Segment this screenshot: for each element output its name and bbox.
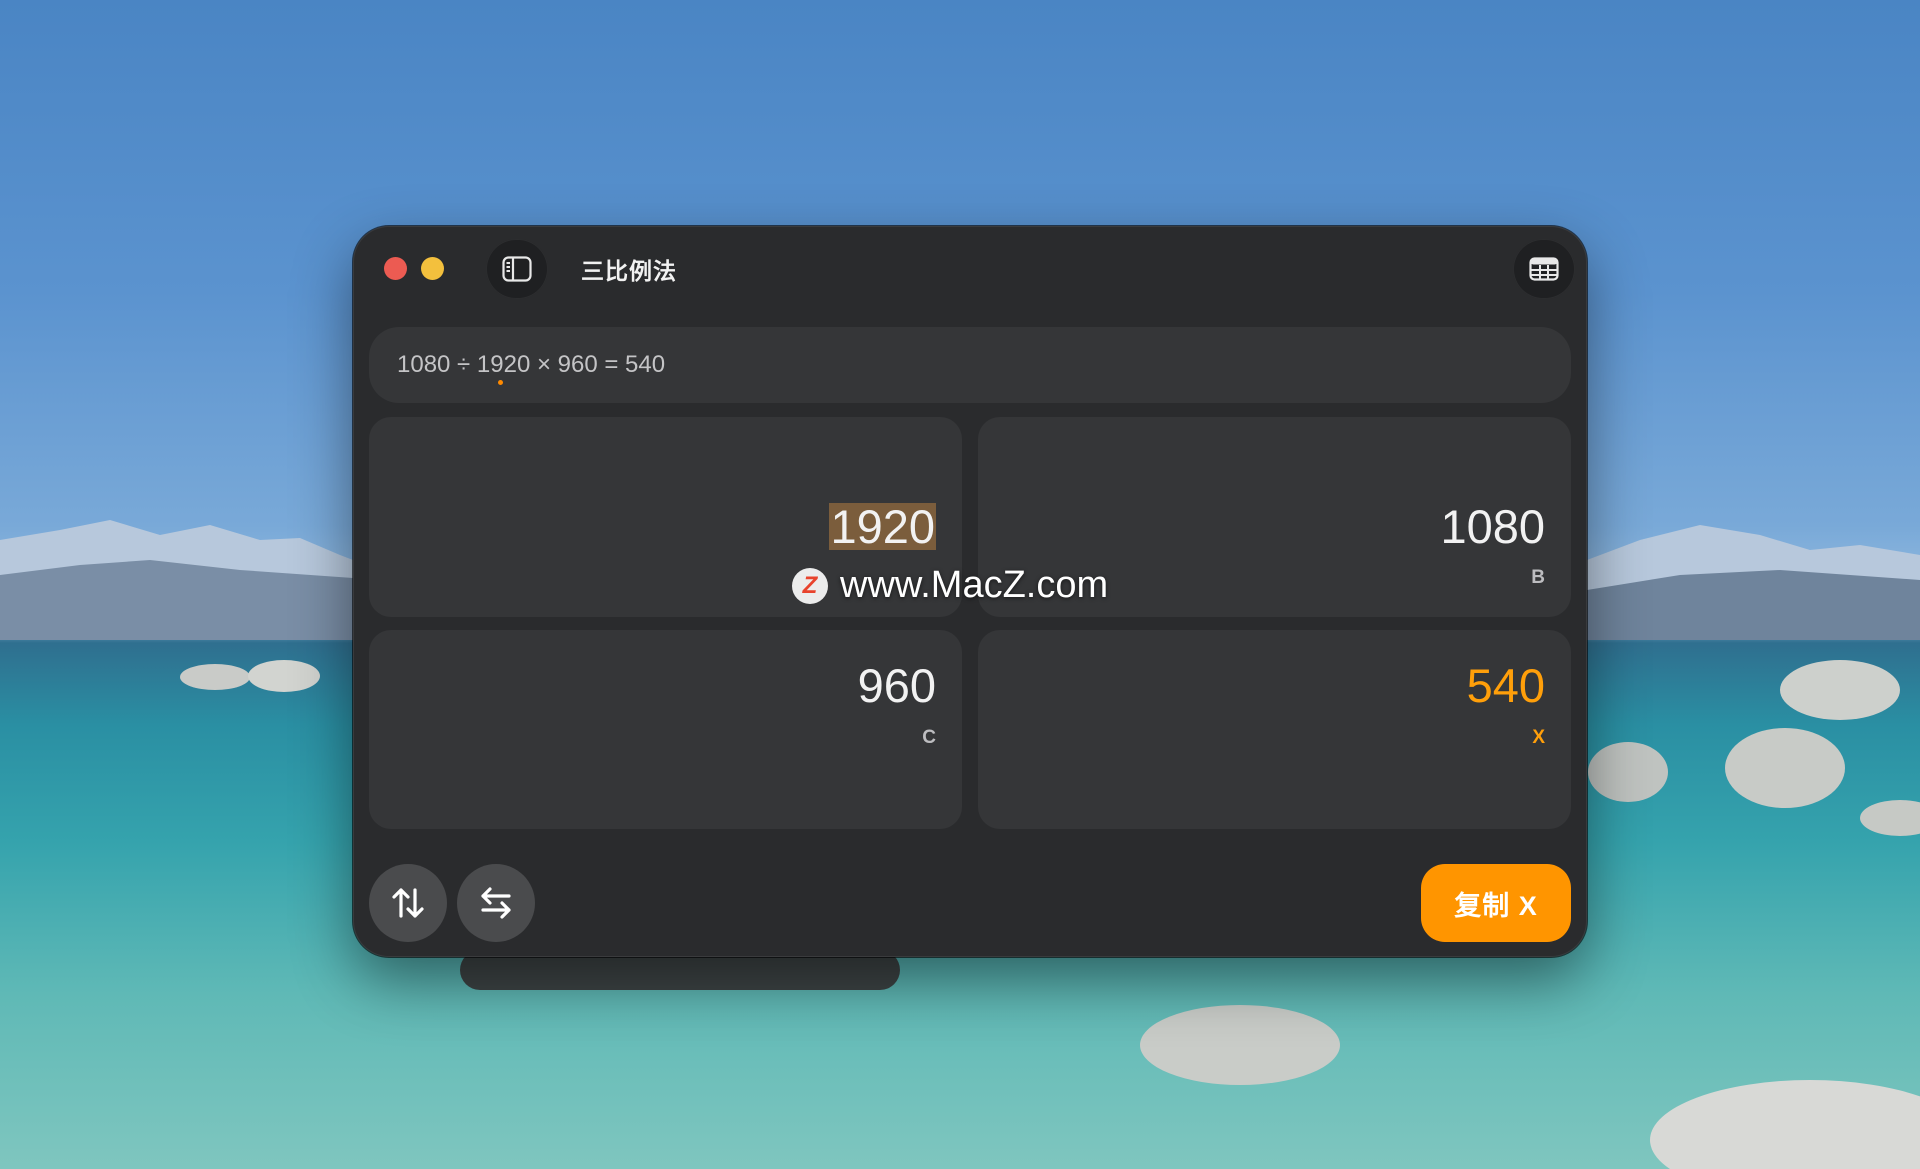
- cell-b-label: B: [1531, 567, 1545, 588]
- rock: [1780, 660, 1900, 720]
- minimize-button[interactable]: [421, 257, 444, 280]
- swap-vertical-icon: [392, 888, 424, 918]
- cell-c[interactable]: 960 C: [369, 630, 962, 829]
- rock: [1725, 728, 1845, 808]
- cell-c-value[interactable]: 960: [858, 662, 936, 709]
- window-title: 三比例法: [581, 258, 677, 284]
- swap-vertical-button[interactable]: [369, 864, 447, 942]
- formula-cursor-dot: [498, 380, 503, 385]
- rock: [1588, 742, 1668, 802]
- watermark: Z www.MacZ.com: [792, 564, 1108, 607]
- sidebar-toggle-button[interactable]: [486, 239, 548, 299]
- swap-horizontal-button[interactable]: [457, 864, 535, 942]
- rock: [1860, 800, 1920, 836]
- watermark-logo-icon: Z: [792, 567, 828, 604]
- sidebar-icon: [502, 256, 532, 282]
- rock: [1650, 1080, 1920, 1169]
- close-button[interactable]: [384, 257, 407, 280]
- table-view-button[interactable]: [1513, 239, 1575, 299]
- cell-c-label: C: [922, 727, 936, 748]
- cell-x-label: X: [1532, 727, 1545, 748]
- cell-b-value[interactable]: 1080: [1440, 503, 1545, 550]
- rock: [248, 660, 320, 692]
- swap-horizontal-icon: [481, 887, 511, 919]
- copy-x-button[interactable]: 复制 X: [1421, 864, 1571, 942]
- rock: [180, 664, 250, 690]
- formula-text: 1080 ÷ 1920 × 960 = 540: [397, 351, 666, 378]
- cell-x: 540 X: [978, 630, 1571, 829]
- rock: [1140, 1005, 1340, 1085]
- table-icon: [1529, 257, 1559, 281]
- cell-a-value[interactable]: 1920: [829, 503, 936, 550]
- watermark-text: www.MacZ.com: [840, 564, 1109, 606]
- cell-x-value: 540: [1466, 659, 1545, 712]
- formula-bar: 1080 ÷ 1920 × 960 = 540: [369, 327, 1571, 403]
